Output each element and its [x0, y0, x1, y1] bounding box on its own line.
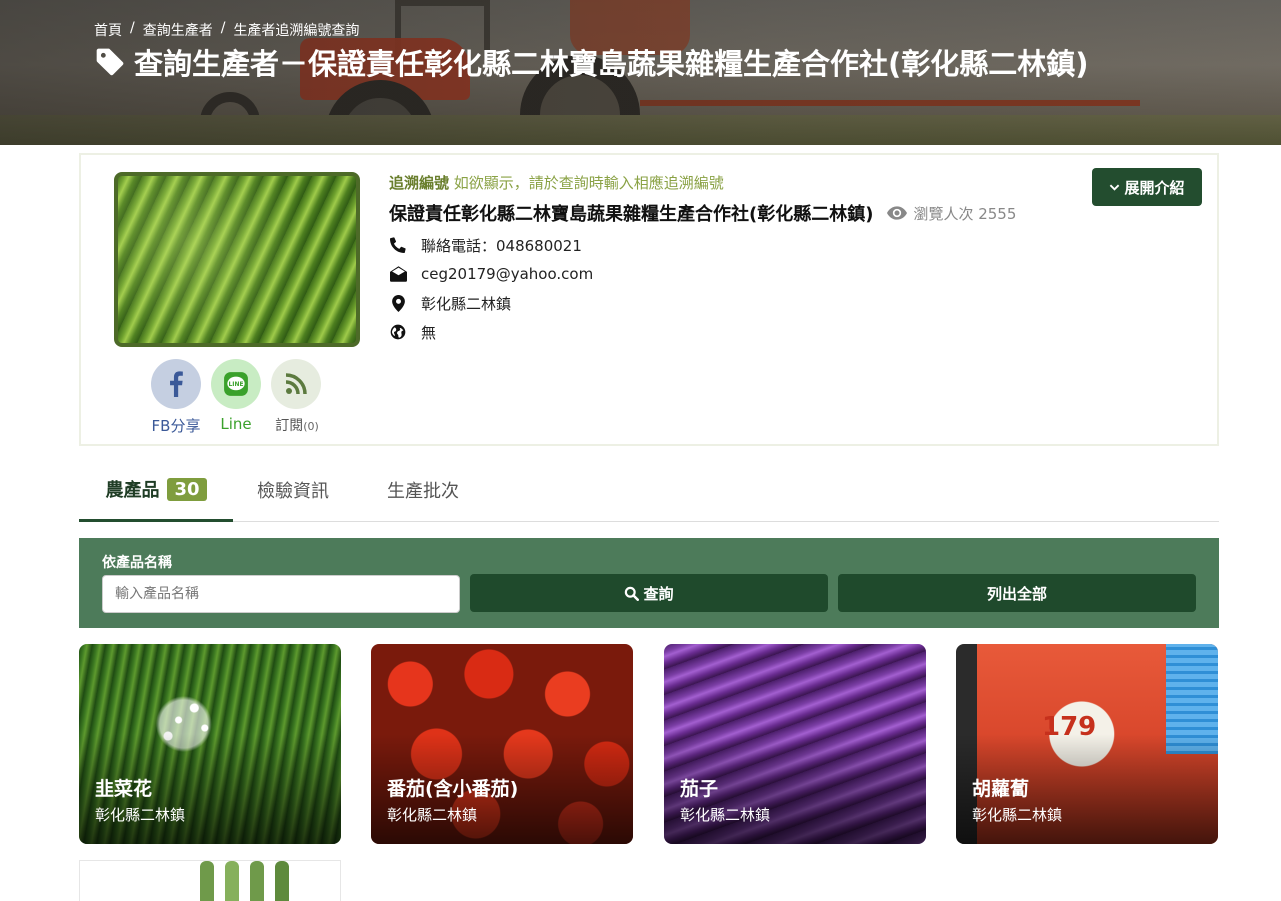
list-all-button[interactable]: 列出全部	[838, 574, 1196, 612]
phone-icon	[389, 237, 407, 253]
breadcrumb-separator: /	[130, 20, 135, 36]
map-marker-icon	[389, 294, 407, 312]
phone-text: 聯絡電話：048680021	[421, 236, 582, 255]
product-name-input[interactable]	[102, 575, 460, 613]
website-text: 無	[421, 323, 437, 342]
product-image-stem	[275, 861, 289, 901]
product-location: 彰化縣二林鎮	[972, 806, 1063, 824]
view-count: 瀏覽人次 2555	[887, 203, 1016, 224]
breadcrumb-current: 生產者追溯編號查詢	[233, 23, 360, 39]
line-icon[interactable]: LINE	[211, 359, 261, 409]
trace-number-row: 追溯編號 如欲顯示，請於查詢時輸入相應追溯編號	[389, 172, 1109, 194]
hero-banner: 首頁 / 查詢生產者 / 生產者追溯編號查詢 查詢生產者－保證責任彰化縣二林寶島…	[0, 0, 1281, 145]
tab-inspection[interactable]: 檢驗資訊	[257, 459, 329, 521]
expand-intro-button[interactable]: 展開介紹	[1092, 168, 1202, 206]
svg-text:LINE: LINE	[228, 381, 243, 388]
address-row: 彰化縣二林鎮	[389, 293, 1109, 313]
tab-batches[interactable]: 生產批次	[387, 459, 459, 521]
line-share-label: Line	[220, 415, 252, 433]
breadcrumb: 首頁 / 查詢生產者 / 生產者追溯編號查詢	[94, 20, 359, 40]
email-row: ceg20179@yahoo.com	[389, 264, 1109, 284]
website-row: 無	[389, 322, 1109, 342]
page-title-text: 查詢生產者－保證責任彰化縣二林寶島蔬果雜糧生產合作社(彰化縣二林鎮)	[134, 47, 1089, 81]
tab-batches-label: 生產批次	[387, 481, 459, 502]
address-text: 彰化縣二林鎮	[421, 294, 512, 313]
search-label: 依產品名稱	[102, 555, 172, 571]
producer-profile-card: FB分享 LINE Line 訂閱(0) 追溯編號 如欲顯示，請於查詢時輸入相應…	[79, 153, 1219, 446]
eye-icon	[887, 206, 908, 220]
breadcrumb-home[interactable]: 首頁	[94, 20, 122, 40]
product-location: 彰化縣二林鎮	[95, 806, 186, 824]
tab-products[interactable]: 農產品 30	[79, 459, 233, 522]
fb-share-label: FB分享	[151, 417, 201, 435]
product-location: 彰化縣二林鎮	[387, 806, 478, 824]
search-button-label: 查詢	[643, 584, 674, 603]
subscribe-text: 訂閱	[275, 418, 304, 434]
producer-info: 追溯編號 如欲顯示，請於查詢時輸入相應追溯編號 保證責任彰化縣二林寶島蔬果雜糧生…	[389, 172, 1109, 342]
expand-intro-label: 展開介紹	[1124, 178, 1185, 197]
search-button[interactable]: 查詢	[470, 574, 828, 612]
envelope-open-icon	[389, 266, 407, 282]
fb-share[interactable]: FB分享	[151, 359, 201, 436]
product-image-stem	[200, 861, 214, 901]
chevron-down-icon	[1110, 184, 1120, 191]
product-location: 彰化縣二林鎮	[680, 806, 771, 824]
breadcrumb-producer-search[interactable]: 查詢生產者	[143, 20, 213, 40]
product-card-partial[interactable]	[79, 860, 341, 901]
subscribe[interactable]: 訂閱(0)	[271, 359, 321, 436]
page-title: 查詢生產者－保證責任彰化縣二林寶島蔬果雜糧生產合作社(彰化縣二林鎮)	[94, 46, 1194, 87]
line-share[interactable]: LINE Line	[211, 359, 261, 436]
globe-icon	[389, 324, 407, 340]
product-search-panel: 依產品名稱 查詢 列出全部	[79, 538, 1219, 628]
breadcrumb-separator: /	[220, 20, 226, 36]
product-name: 胡蘿蔔	[972, 778, 1030, 800]
product-image-stem	[250, 861, 264, 901]
product-name: 番茄(含小番茄)	[387, 778, 519, 800]
product-image-stem	[225, 861, 239, 901]
product-count-badge: 30	[167, 477, 207, 501]
view-count-text: 瀏覽人次 2555	[913, 204, 1017, 223]
producer-name: 保證責任彰化縣二林寶島蔬果雜糧生產合作社(彰化縣二林鎮)	[389, 204, 874, 225]
phone-row: 聯絡電話：048680021	[389, 235, 1109, 255]
producer-photo	[114, 172, 360, 347]
product-name: 茄子	[680, 778, 719, 800]
subscribe-count: (0)	[303, 420, 319, 433]
facebook-icon[interactable]	[151, 359, 201, 409]
trace-number-label: 追溯編號	[389, 174, 450, 192]
search-icon	[625, 586, 640, 601]
email-text[interactable]: ceg20179@yahoo.com	[421, 265, 593, 283]
tag-icon	[94, 46, 126, 87]
rss-icon[interactable]	[271, 359, 321, 409]
list-all-label: 列出全部	[986, 584, 1047, 603]
share-row: FB分享 LINE Line 訂閱(0)	[151, 359, 321, 436]
product-name: 韭菜花	[95, 778, 153, 800]
subscribe-label: 訂閱(0)	[267, 415, 327, 435]
trace-number-note: 如欲顯示，請於查詢時輸入相應追溯編號	[453, 174, 724, 192]
product-card[interactable]: 番茄(含小番茄) 彰化縣二林鎮	[371, 644, 633, 844]
tab-inspection-label: 檢驗資訊	[257, 481, 329, 502]
tab-products-label: 農產品	[105, 480, 160, 501]
producer-name-row: 保證責任彰化縣二林寶島蔬果雜糧生產合作社(彰化縣二林鎮) 瀏覽人次 2555	[389, 200, 1109, 226]
product-card[interactable]: 韭菜花 彰化縣二林鎮	[79, 644, 341, 844]
product-card[interactable]: 茄子 彰化縣二林鎮	[664, 644, 926, 844]
product-card[interactable]: 179 胡蘿蔔 彰化縣二林鎮	[956, 644, 1218, 844]
content-tabs: 農產品 30 檢驗資訊 生產批次	[79, 459, 1219, 522]
